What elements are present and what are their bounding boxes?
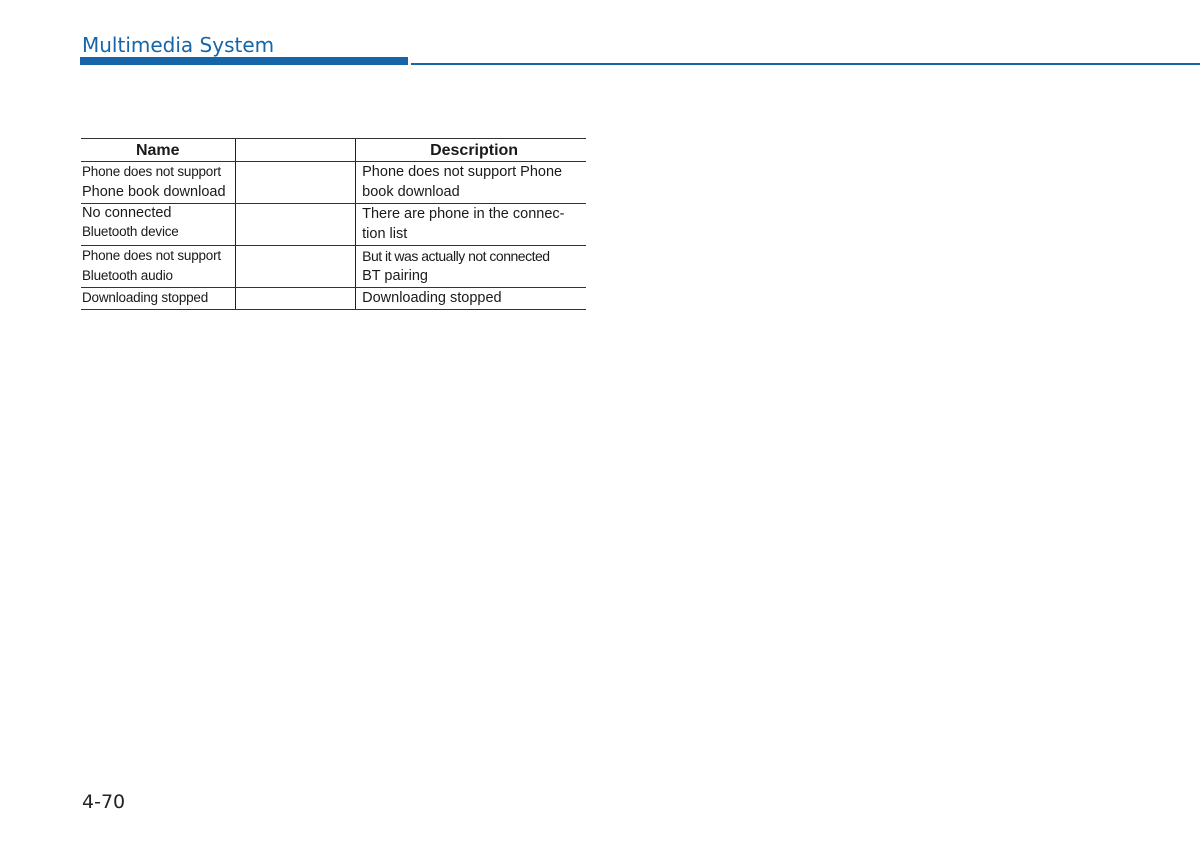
cell-text: Phone book download (82, 184, 226, 200)
cell-text: But it was actually not connected (362, 248, 550, 264)
cell-name: Downloading stopped (81, 287, 236, 310)
cell-description: There are phone in the connec- tion list (355, 203, 586, 246)
cell-name: No connected Bluetooth device (81, 203, 236, 246)
cell-text: tion list (362, 226, 408, 242)
cell-text: Phone does not support Phone (362, 164, 563, 180)
page-number: 4-70 (82, 791, 126, 813)
header-rule-thin (411, 63, 1200, 65)
cell-text: Phone does not support (82, 164, 221, 179)
table-row: Downloading stopped Downloading stopped (81, 287, 586, 310)
cell-name: Phone does not support Bluetooth audio (81, 245, 236, 288)
section-title: Multimedia System (82, 33, 275, 57)
column-header-middle (234, 138, 356, 162)
cell-description: Phone does not support Phone book downlo… (355, 161, 586, 204)
table-row: Phone does not support Phone book downlo… (81, 161, 586, 204)
table-row: Phone does not support Bluetooth audio B… (81, 245, 586, 288)
cell-text: Downloading stopped (82, 290, 209, 305)
cell-text: book download (362, 184, 460, 200)
cell-middle (234, 161, 356, 204)
cell-text: No connected (82, 205, 172, 221)
table-header-row: Name Description (81, 138, 586, 162)
cell-description: Downloading stopped (355, 287, 586, 310)
cell-name: Phone does not support Phone book downlo… (81, 161, 236, 204)
cell-text: There are phone in the connec- (362, 206, 565, 222)
cell-middle (234, 245, 356, 288)
cell-text: Bluetooth audio (82, 268, 173, 283)
column-header-description: Description (355, 138, 586, 162)
cell-description: But it was actually not connected BT pai… (355, 245, 586, 288)
cell-text: Downloading stopped (362, 290, 502, 306)
cell-middle (234, 203, 356, 246)
cell-middle (234, 287, 356, 310)
cell-text: Phone does not support (82, 248, 221, 263)
column-header-name: Name (81, 138, 236, 162)
table-row: No connected Bluetooth device There are … (81, 203, 586, 246)
header-bar-thick (80, 57, 408, 65)
cell-text: BT pairing (362, 268, 428, 284)
cell-text: Bluetooth device (82, 224, 179, 239)
bluetooth-status-table: Name Description Phone does not support … (81, 138, 586, 310)
